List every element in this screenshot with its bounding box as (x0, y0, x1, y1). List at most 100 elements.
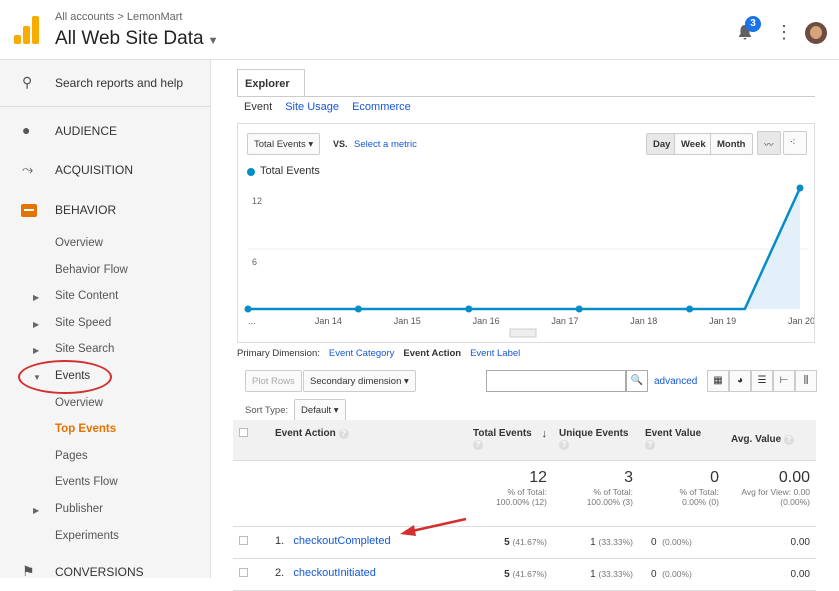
flag-icon: ⚑ (22, 563, 35, 579)
x-tick-label: Jan 16 (473, 316, 500, 326)
sort-type-select[interactable]: Default ▾ (294, 399, 346, 421)
table-search-input[interactable] (486, 370, 626, 392)
column-header-unique-events[interactable]: Unique Events? (553, 420, 639, 461)
expand-arrow-icon[interactable]: ▶ (33, 506, 39, 515)
search-icon[interactable]: 🔍 (626, 370, 648, 392)
select-metric-link[interactable]: Select a metric (354, 139, 417, 150)
sort-desc-arrow-icon: ↓ (541, 428, 548, 440)
pie-chart-icon[interactable]: ◕ (729, 370, 751, 392)
avg-value-cell: 0.00 (725, 558, 816, 591)
sidebar-item-publisher[interactable]: Publisher (55, 503, 103, 515)
period-week-button[interactable]: Week (674, 133, 713, 155)
table-header-row: Event Action ? Total Events ↓? Unique Ev… (233, 420, 816, 461)
total-value: 12 (529, 468, 547, 486)
x-tick-label: Jan 14 (315, 316, 342, 326)
dimension-event-category[interactable]: Event Category (329, 348, 394, 359)
period-day-button[interactable]: Day (646, 133, 678, 155)
acquisition-icon: ⤳ (22, 161, 34, 177)
dimension-event-label[interactable]: Event Label (470, 348, 520, 359)
period-month-button[interactable]: Month (710, 133, 753, 155)
sidebar-item-behavior-flow[interactable]: Behavior Flow (55, 264, 128, 276)
column-header-label: Event Value (645, 428, 702, 439)
event-action-link[interactable]: checkoutInitiated (293, 567, 376, 579)
column-header-label: Total Events (473, 428, 532, 439)
table-row: 1. checkoutCompleted 5 (41.67%) 1 (33.33… (233, 526, 816, 559)
secondary-dimension-label: Secondary dimension (310, 376, 402, 387)
select-all-checkbox-cell[interactable] (233, 420, 255, 461)
sidebar-item-site-search[interactable]: Site Search (55, 343, 114, 355)
cell-percent: (33.33%) (598, 568, 634, 579)
column-header-total-events[interactable]: Total Events ↓? (467, 420, 553, 461)
total-percent: % of Total: 100.00% (3) (586, 486, 633, 507)
column-header-event-action[interactable]: Event Action ? (255, 420, 467, 461)
expand-arrow-icon[interactable]: ▶ (33, 320, 39, 329)
chart-panel: Total Events ▾ VS. Select a metric Day W… (237, 123, 815, 343)
cell-percent: (0.00%) (662, 568, 692, 579)
column-header-label: Unique Events (559, 428, 629, 439)
motion-chart-icon[interactable]: ⁖ (783, 131, 807, 155)
help-icon[interactable]: ? (645, 440, 655, 450)
search-label: Search reports and help (55, 76, 184, 90)
help-icon[interactable]: ? (473, 440, 483, 450)
metric-select-label: Total Events (254, 139, 306, 150)
help-icon[interactable]: ? (784, 435, 794, 445)
expand-arrow-icon[interactable]: ▶ (33, 293, 39, 302)
sidebar-item-label: BEHAVIOR (55, 203, 117, 217)
sidebar-item-top-events[interactable]: Top Events (55, 423, 116, 435)
sidebar-item-overview[interactable]: Overview (55, 237, 103, 249)
bar-chart-icon[interactable]: ☰ (751, 370, 773, 392)
chart-scroll-handle[interactable] (509, 328, 537, 338)
row-checkbox-cell[interactable] (233, 558, 255, 591)
chevron-down-icon: ▾ (333, 405, 339, 416)
data-point[interactable] (244, 305, 252, 313)
subtab-event[interactable]: Event (244, 101, 272, 113)
sidebar-item-site-speed[interactable]: Site Speed (55, 317, 111, 329)
account-breadcrumb[interactable]: All accounts > LemonMart (55, 11, 182, 23)
metric-select[interactable]: Total Events ▾ (247, 133, 321, 155)
sidebar-item-pages[interactable]: Pages (55, 450, 88, 462)
checkbox[interactable] (239, 567, 248, 577)
sidebar-item-events-flow[interactable]: Events Flow (55, 476, 118, 488)
data-point[interactable] (686, 305, 694, 313)
expand-arrow-icon[interactable]: ▶ (33, 346, 39, 355)
data-point[interactable] (465, 305, 473, 313)
subtab-ecommerce[interactable]: Ecommerce (352, 101, 411, 113)
dimension-event-action[interactable]: Event Action (403, 348, 461, 359)
event-action-link[interactable]: checkoutCompleted (293, 535, 390, 547)
tab-explorer[interactable]: Explorer (237, 69, 305, 97)
user-avatar[interactable] (805, 22, 827, 44)
checkbox[interactable] (239, 428, 248, 437)
sidebar: ⚲ Search reports and help ● AUDIENCE ⤳ A… (0, 60, 211, 579)
unique-events-cell: 1 (33.33%) (553, 558, 639, 591)
comparison-icon[interactable]: ⊢ (773, 370, 795, 392)
secondary-dimension-select[interactable]: Secondary dimension ▾ (303, 370, 416, 392)
data-table-icon[interactable]: ▦ (707, 370, 729, 392)
notification-count-badge: 3 (745, 16, 761, 32)
cell-percent: (41.67%) (512, 536, 548, 547)
sidebar-item-site-content[interactable]: Site Content (55, 290, 118, 302)
line-chart-icon[interactable]: 〰 (757, 131, 781, 155)
data-point[interactable] (796, 184, 804, 192)
row-index: 1. (275, 534, 285, 547)
help-icon[interactable]: ? (559, 440, 569, 450)
data-point[interactable] (354, 305, 362, 313)
primary-dimension-label: Primary Dimension: (237, 348, 320, 359)
sidebar-item-experiments[interactable]: Experiments (55, 530, 119, 542)
view-selector[interactable]: All Web Site Data ▼ (55, 28, 218, 50)
data-point[interactable] (575, 305, 583, 313)
events-table: Event Action ? Total Events ↓? Unique Ev… (233, 420, 816, 591)
analytics-logo-icon[interactable] (14, 16, 40, 44)
column-header-avg-value[interactable]: Avg. Value ? (725, 420, 816, 461)
advanced-filter-link[interactable]: advanced (654, 376, 697, 387)
sidebar-item-events-overview[interactable]: Overview (55, 397, 103, 409)
subtab-site-usage[interactable]: Site Usage (285, 101, 339, 113)
red-annotation-circle (18, 360, 112, 394)
checkbox[interactable] (239, 535, 248, 545)
plot-rows-button[interactable]: Plot Rows (245, 370, 302, 392)
top-bar: All accounts > LemonMart All Web Site Da… (0, 0, 839, 60)
column-header-event-value[interactable]: Event Value? (639, 420, 725, 461)
help-icon[interactable]: ? (338, 429, 349, 439)
more-options-icon[interactable]: ⋮ (775, 22, 793, 43)
row-checkbox-cell[interactable] (233, 526, 255, 559)
pivot-icon[interactable]: ⫼ (795, 370, 817, 392)
